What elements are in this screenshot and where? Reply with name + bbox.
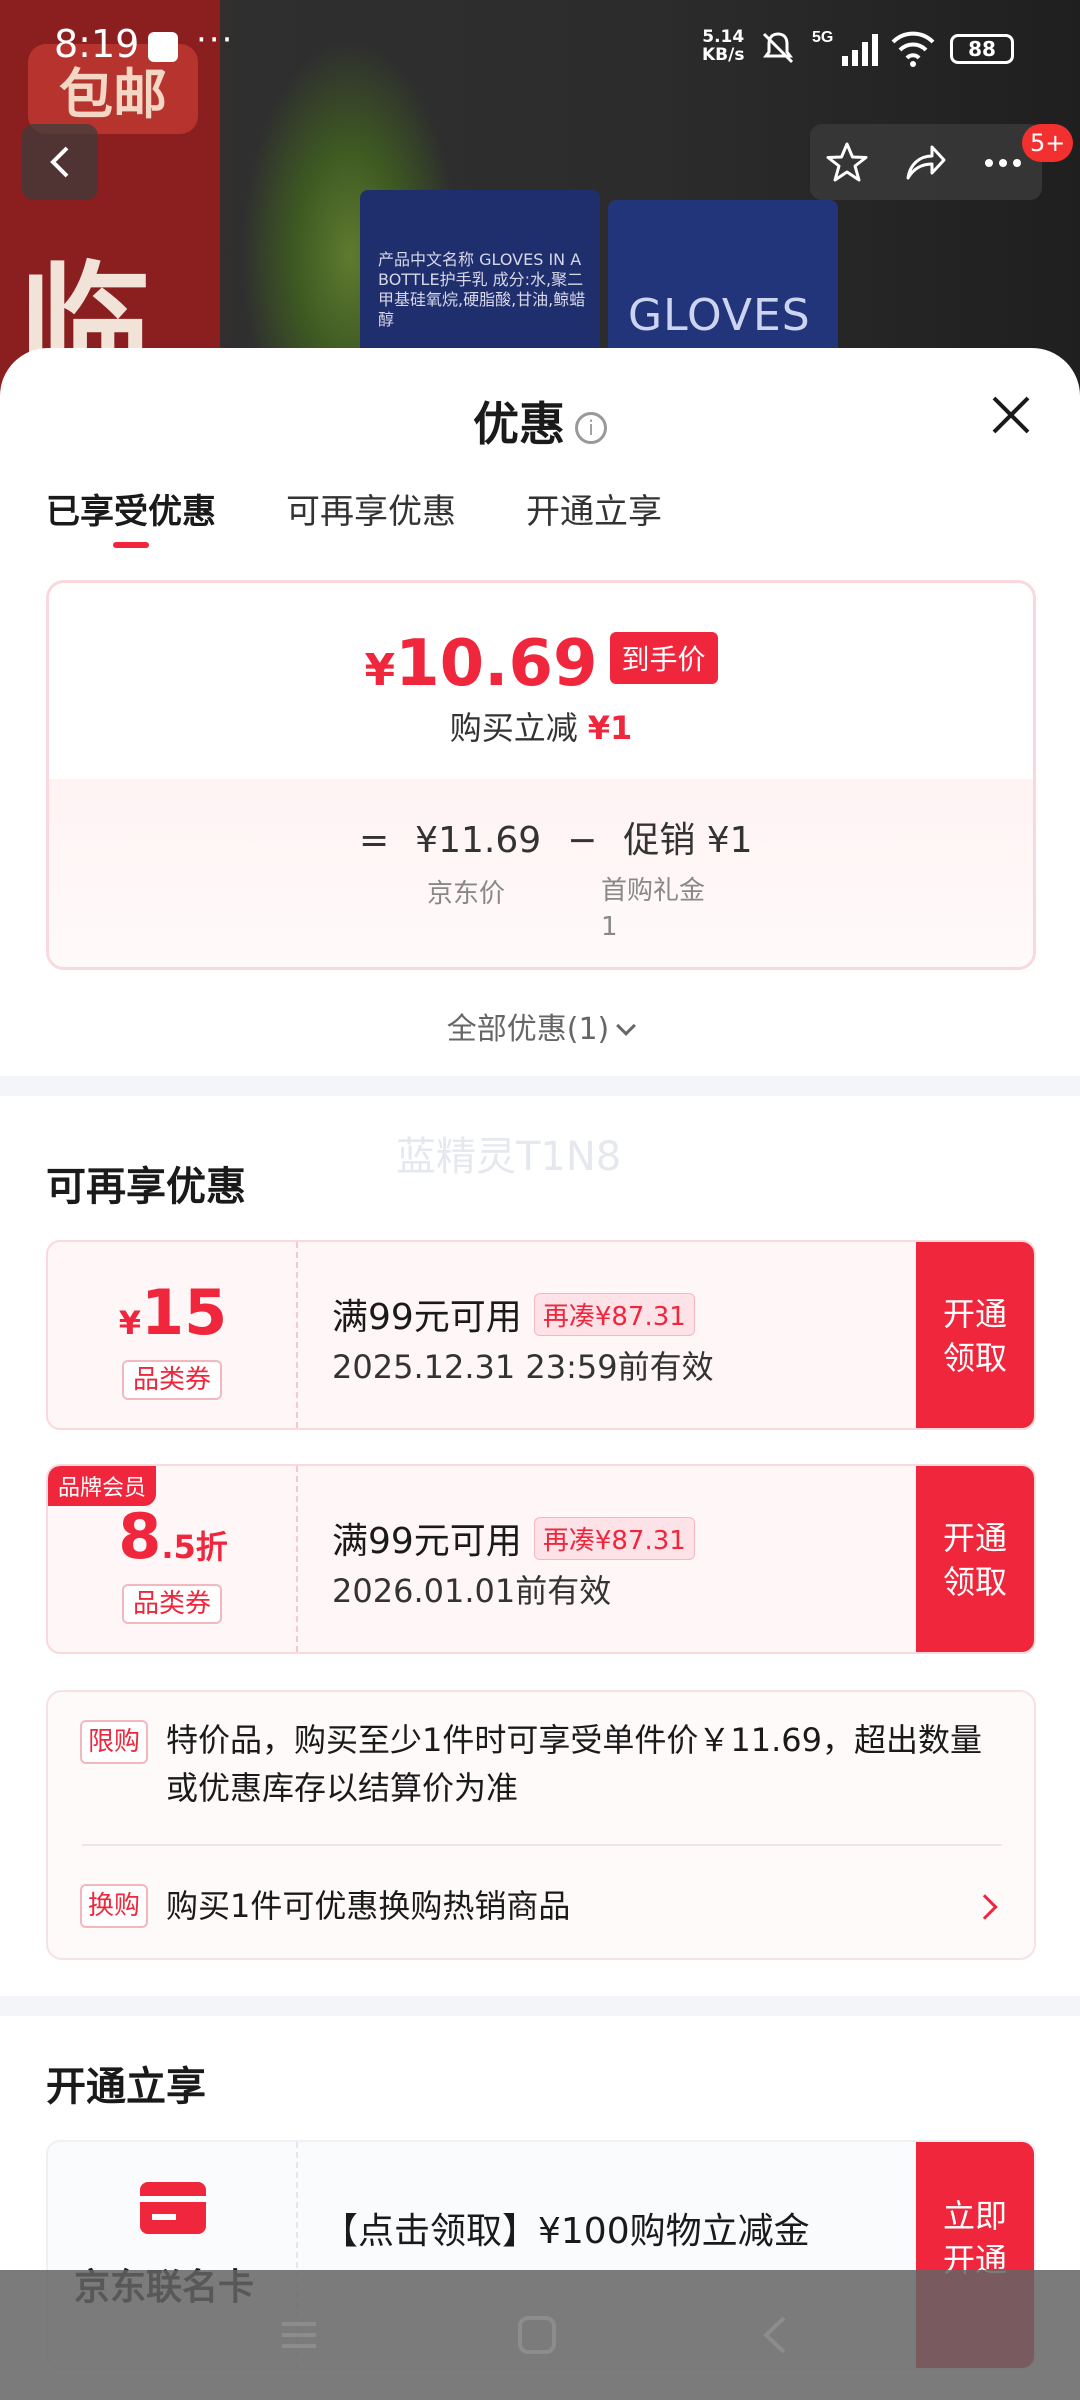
product-brand: GLOVES — [628, 290, 811, 341]
coupon-kind: 品类券 — [122, 1360, 222, 1400]
open-claim-line1: 开通 — [942, 1519, 1007, 1557]
coupon-amount-value: 15 — [140, 1276, 228, 1349]
network-type: 5G — [812, 29, 833, 46]
status-bar: 8:19 ··· 5.14 KB/s 5G 88 — [0, 0, 1080, 96]
coupon-amount-prefix: ¥ — [118, 1304, 141, 1342]
offer-tabs: 已享受优惠 可再享优惠 开通立享 — [46, 484, 662, 548]
all-offers-toggle[interactable]: 全部优惠(1) — [0, 1004, 1080, 1048]
product-box-text: 产品中文名称 GLOVES IN A BOTTLE护手乳 成分:水,聚二甲基硅氧… — [378, 250, 586, 329]
coupon-left: 品牌会员 8.5折 品类券 — [48, 1466, 298, 1652]
tab-open-enjoy[interactable]: 开通立享 — [526, 484, 662, 544]
currency-symbol: ¥ — [364, 645, 396, 696]
signal-5g-icon: 5G — [812, 29, 878, 66]
final-price: ¥10.69 到手价 — [49, 627, 1033, 701]
chevron-down-icon — [616, 1016, 637, 1036]
coupon-condition-text: 满99元可用 — [332, 1521, 522, 1562]
price-breakdown-area — [49, 779, 1033, 967]
chevron-left-icon — [50, 146, 69, 178]
jd-price-value: ¥11.69 — [415, 820, 542, 861]
limit-purchase-tag: 限购 — [80, 1720, 148, 1764]
trade-in-text: 购买1件可优惠换购热销商品 — [166, 1887, 571, 1925]
coupon-card: 品牌会员 8.5折 品类券 满99元可用 再凑¥87.31 2026.01.01前… — [46, 1464, 1036, 1654]
tab-more-offers[interactable]: 可再享优惠 — [286, 484, 456, 544]
open-claim-line2: 领取 — [942, 1339, 1007, 1377]
credit-card-icon — [140, 2182, 206, 2234]
purchase-rules-box: 限购 特价品，购买至少1件时可享受单件价￥11.69，超出数量或优惠库存以结算价… — [46, 1690, 1036, 1960]
coupon-more-needed: 再凑¥87.31 — [533, 1293, 695, 1336]
open-claim-button[interactable]: 开通 领取 — [916, 1466, 1034, 1652]
section-title-more-offers: 可再享优惠 — [46, 1164, 246, 1210]
info-icon[interactable]: i — [575, 411, 607, 444]
menu-icon[interactable] — [274, 2310, 324, 2360]
coupon-amount: ¥15 — [48, 1276, 298, 1349]
coupon-validity: 2025.12.31 23:59前有效 — [332, 1348, 714, 1386]
watermark: 蓝精灵T1N8 — [396, 1134, 622, 1180]
sheet-title-text: 优惠 — [473, 397, 565, 451]
battery-indicator: 88 — [950, 34, 1014, 64]
coupon-validity: 2026.01.01前有效 — [332, 1572, 612, 1610]
offers-sheet: 优惠 i 已享受优惠 可再享优惠 开通立享 ¥10.69 到手价 购买立减 ¥1 = ¥… — [0, 348, 1080, 2400]
top-action-group — [810, 124, 1042, 200]
coupon-left: ¥15 品类券 — [48, 1242, 298, 1428]
open-now-line1: 立即 — [942, 2197, 1007, 2235]
coupon-amount-suffix: .5折 — [161, 1528, 228, 1566]
limit-purchase-text: 特价品，购买至少1件时可享受单件价￥11.69，超出数量或优惠库存以结算价为准 — [166, 1721, 982, 1807]
sheet-title: 优惠 i — [0, 388, 1080, 454]
notification-badge: 5+ — [1022, 124, 1074, 162]
promo-label: 首购礼金 1 — [601, 873, 705, 945]
status-time: 8:19 — [54, 22, 140, 66]
share-icon[interactable] — [902, 140, 948, 186]
final-price-value: 10.69 — [395, 627, 598, 701]
member-card-title: 【点击领取】¥100购物立减金 — [322, 2211, 810, 2252]
coupon-amount: 8.5折 — [48, 1500, 298, 1573]
mute-bell-icon — [762, 32, 794, 64]
jd-price-label: 京东价 — [427, 879, 506, 909]
coupon-condition: 满99元可用 再凑¥87.31 — [332, 1512, 695, 1564]
home-square-icon[interactable] — [512, 2310, 562, 2360]
instant-discount-value: ¥1 — [587, 709, 633, 747]
section-divider — [0, 1076, 1080, 1096]
all-offers-label: 全部优惠(1) — [446, 1012, 610, 1047]
net-speed-unit: KB/s — [702, 45, 745, 65]
trade-in-tag: 换购 — [80, 1884, 148, 1928]
back-button[interactable] — [22, 124, 98, 200]
section-divider — [0, 1996, 1080, 2016]
app-notification-icon — [148, 32, 178, 62]
instant-discount-label: 购买立减 — [449, 709, 578, 747]
rule-divider — [82, 1844, 1002, 1846]
status-more-dots: ··· — [196, 20, 235, 60]
more-dots-icon[interactable] — [980, 140, 1026, 186]
coupon-amount-value: 8 — [118, 1500, 162, 1573]
star-icon[interactable] — [824, 140, 870, 186]
close-icon[interactable] — [986, 390, 1036, 440]
net-speed-value: 5.14 — [702, 27, 745, 47]
promo-label-line1: 首购礼金 — [601, 876, 706, 906]
back-triangle-icon[interactable] — [750, 2310, 800, 2360]
coupon-kind: 品类券 — [122, 1584, 222, 1624]
wifi-icon — [891, 31, 935, 67]
coupon-condition-text: 满99元可用 — [332, 1297, 522, 1338]
net-speed: 5.14 KB/s — [702, 28, 744, 64]
tab-enjoyed[interactable]: 已享受优惠 — [46, 484, 216, 548]
promo-value: 促销 ¥1 — [623, 820, 753, 861]
open-claim-button[interactable]: 开通 领取 — [916, 1242, 1034, 1428]
minus-sign: − — [567, 820, 598, 861]
system-nav-bar — [0, 2270, 1080, 2400]
equals-sign: = — [359, 820, 390, 861]
section-title-open-enjoy: 开通立享 — [46, 2064, 206, 2110]
coupon-condition: 满99元可用 再凑¥87.31 — [332, 1288, 695, 1340]
promo-label-line2: 1 — [601, 912, 618, 942]
price-formula: = ¥11.69− 促销 ¥1 — [359, 811, 753, 863]
instant-discount: 购买立减 ¥1 — [49, 703, 1033, 749]
open-claim-line2: 领取 — [942, 1563, 1007, 1601]
coupon-more-needed: 再凑¥87.31 — [533, 1517, 695, 1560]
open-claim-line1: 开通 — [942, 1295, 1007, 1333]
coupon-card: ¥15 品类券 满99元可用 再凑¥87.31 2025.12.31 23:59前… — [46, 1240, 1036, 1430]
price-summary-card: ¥10.69 到手价 购买立减 ¥1 = ¥11.69− 促销 ¥1 京东价 首购礼金 … — [46, 580, 1036, 970]
final-price-tag: 到手价 — [609, 632, 718, 684]
